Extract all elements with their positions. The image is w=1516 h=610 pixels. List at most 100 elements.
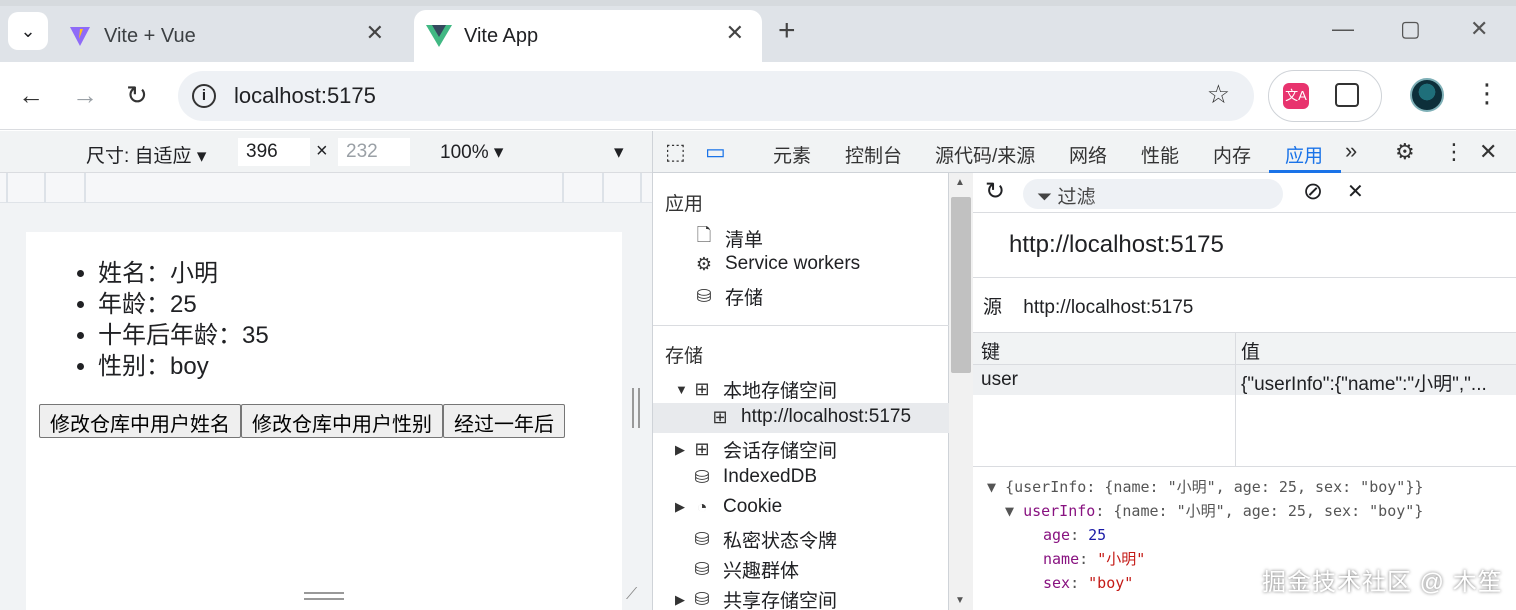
translate-extension-icon[interactable]: 文A <box>1283 83 1309 109</box>
preview-value: 25 <box>1088 526 1107 544</box>
scroll-up-icon[interactable]: ▲ <box>955 177 965 188</box>
sidebar-item-label: 私密状态令牌 <box>723 531 838 552</box>
resize-handle-bottom[interactable] <box>304 592 344 600</box>
browser-toolbar: ← → ↻ i localhost:5175 ☆ 文A ⋮ <box>0 62 1516 130</box>
width-input[interactable]: 396 <box>238 138 310 166</box>
back-icon[interactable]: ← <box>18 80 44 110</box>
delete-selected-icon[interactable]: ✕ <box>1347 179 1364 204</box>
sidebar-item-label: 存储 <box>725 288 764 309</box>
sidebar-item-interest-groups[interactable]: ⛁ 兴趣群体 <box>691 556 799 583</box>
change-name-button[interactable]: 修改仓库中用户姓名 <box>39 404 241 438</box>
expanded-triangle-icon[interactable]: ▼ <box>987 478 996 496</box>
collapsed-triangle-icon[interactable]: ▶ <box>675 592 691 608</box>
zoom-dropdown[interactable]: 100% ▾ <box>440 141 503 164</box>
device-toolbar: 尺寸: 自适应 ▾ 396 × 232 100% ▾ ▾ <box>0 131 652 173</box>
change-sex-button[interactable]: 修改仓库中用户性别 <box>241 404 443 438</box>
address-text[interactable]: localhost:5175 <box>234 83 376 109</box>
sidebar-item-label: Cookie <box>723 496 783 517</box>
expanded-triangle-icon[interactable]: ▼ <box>675 382 691 397</box>
scroll-down-icon[interactable]: ▼ <box>955 595 965 606</box>
scrollbar-thumb[interactable] <box>951 197 971 373</box>
sidebar-item-storage[interactable]: ⛁ 存储 <box>693 283 763 310</box>
profile-avatar[interactable] <box>1410 78 1444 112</box>
filter-input[interactable]: ⏷ 过滤 <box>1023 179 1283 209</box>
tab-elements[interactable]: 元素 <box>773 141 811 168</box>
device-toggle-icon[interactable]: ▭ <box>705 139 726 165</box>
sidebar-item-private-state-tokens[interactable]: ⛁ 私密状态令牌 <box>691 526 837 553</box>
preview-root-line[interactable]: ▼ {userInfo: {name: "小明", age: 25, sex: … <box>987 475 1423 499</box>
sidebar-scrollbar[interactable]: ▲ ▼ <box>949 173 973 610</box>
site-info-icon[interactable]: i <box>192 84 216 108</box>
preview-key: age <box>1043 526 1071 544</box>
expanded-triangle-icon[interactable]: ▼ <box>1005 502 1014 520</box>
settings-gear-icon[interactable]: ⚙ <box>1395 139 1415 165</box>
forward-icon[interactable]: → <box>72 80 98 110</box>
sidebar-item-session-storage[interactable]: ▶ ⊞ 会话存储空间 <box>675 436 837 463</box>
tab-application[interactable]: 应用 <box>1285 141 1323 168</box>
collapsed-triangle-icon[interactable]: ▶ <box>675 442 691 458</box>
list-item: 十年后年龄：35 <box>98 320 269 351</box>
maximize-button[interactable]: ▢ <box>1400 16 1421 42</box>
refresh-icon[interactable]: ↻ <box>985 177 1005 206</box>
background-window-remnant <box>0 0 1516 6</box>
one-year-later-button[interactable]: 经过一年后 <box>443 404 565 438</box>
new-tab-button[interactable]: + <box>778 14 796 48</box>
collapsed-triangle-icon[interactable]: ▶ <box>675 499 691 515</box>
inspect-element-icon[interactable]: ⬚ <box>665 139 686 165</box>
device-more-dropdown[interactable]: ▾ <box>614 141 624 164</box>
tab-search-button[interactable]: ⌄ <box>8 12 48 50</box>
media-query-ruler[interactable] <box>0 173 652 203</box>
close-icon[interactable]: ✕ <box>726 20 744 46</box>
cookie-icon: ◔ <box>696 496 708 517</box>
list-item: 姓名：小明 <box>98 258 269 289</box>
sidebar-item-cookie[interactable]: ▶ ◔ Cookie <box>675 496 782 518</box>
sidebar-item-label: 兴趣群体 <box>723 561 800 582</box>
clear-all-icon[interactable]: ⊘ <box>1303 177 1323 206</box>
browser-menu-icon[interactable]: ⋮ <box>1474 78 1500 108</box>
sidebar-item-indexeddb[interactable]: ⛁ IndexedDB <box>691 466 817 488</box>
resize-handle-right[interactable] <box>632 388 640 428</box>
preview-userinfo-line[interactable]: ▼ userInfo: {name: "小明", age: 25, sex: "… <box>1005 499 1423 523</box>
chevron-down-icon: ⌄ <box>20 20 36 41</box>
tab-performance[interactable]: 性能 <box>1141 141 1179 168</box>
address-bar[interactable]: i localhost:5175 ☆ <box>178 71 1254 121</box>
reload-icon[interactable]: ↻ <box>126 80 148 110</box>
close-window-button[interactable]: ✕ <box>1470 16 1488 42</box>
extensions-puzzle-icon[interactable] <box>1335 83 1359 107</box>
close-devtools-icon[interactable]: ✕ <box>1479 139 1497 165</box>
tab-console[interactable]: 控制台 <box>845 141 902 168</box>
sidebar-item-manifest[interactable]: 🗋 清单 <box>693 223 763 253</box>
height-input[interactable]: 232 <box>338 138 410 166</box>
tab-vite-vue[interactable]: Vite + Vue ✕ <box>56 10 402 62</box>
filter-placeholder: 过滤 <box>1057 187 1096 208</box>
row-value[interactable]: {"userInfo":{"name":"小明","... <box>1241 369 1513 396</box>
more-tabs-icon[interactable]: » <box>1345 138 1357 164</box>
minimize-button[interactable]: — <box>1332 16 1354 42</box>
sidebar-item-local-storage-origin[interactable]: ⊞ http://localhost:5175 <box>709 406 911 428</box>
close-icon[interactable]: ✕ <box>366 20 384 46</box>
resize-corner-icon[interactable]: ⟋ <box>626 586 646 606</box>
tab-sources[interactable]: 源代码/来源 <box>935 141 1035 168</box>
preview-key: name <box>1043 550 1080 568</box>
bookmark-star-icon[interactable]: ☆ <box>1207 79 1230 110</box>
tab-vite-app[interactable]: Vite App ✕ <box>414 10 762 62</box>
times-sign: × <box>316 140 328 162</box>
row-key[interactable]: user <box>981 369 1018 391</box>
devtools-menu-icon[interactable]: ⋮ <box>1443 139 1465 165</box>
sidebar-item-local-storage[interactable]: ▼ ⊞ 本地存储空间 <box>675 376 837 403</box>
database-icon: ⛁ <box>694 559 710 579</box>
dimensions-dropdown[interactable]: 尺寸: 自适应 ▾ <box>86 141 206 168</box>
document-icon: 🗋 <box>696 225 712 245</box>
tab-network[interactable]: 网络 <box>1069 141 1107 168</box>
sidebar-item-shared-storage[interactable]: ▶ ⛁ 共享存储空间 <box>675 586 837 610</box>
table-row[interactable]: user {"userInfo":{"name":"小明","... <box>973 365 1516 395</box>
sidebar-item-label: 会话存储空间 <box>723 441 838 462</box>
column-header-key[interactable]: 键 <box>981 337 1000 364</box>
watermark: 掘金技术社区 @ 木笙 <box>1262 569 1503 596</box>
database-icon: ⛁ <box>696 286 712 306</box>
preview-value: "boy" <box>1088 574 1134 592</box>
tab-memory[interactable]: 内存 <box>1213 141 1251 168</box>
sidebar-item-service-workers[interactable]: ⚙ Service workers <box>693 253 860 275</box>
sidebar-item-label: 共享存储空间 <box>723 591 838 610</box>
column-header-value[interactable]: 值 <box>1241 337 1260 364</box>
